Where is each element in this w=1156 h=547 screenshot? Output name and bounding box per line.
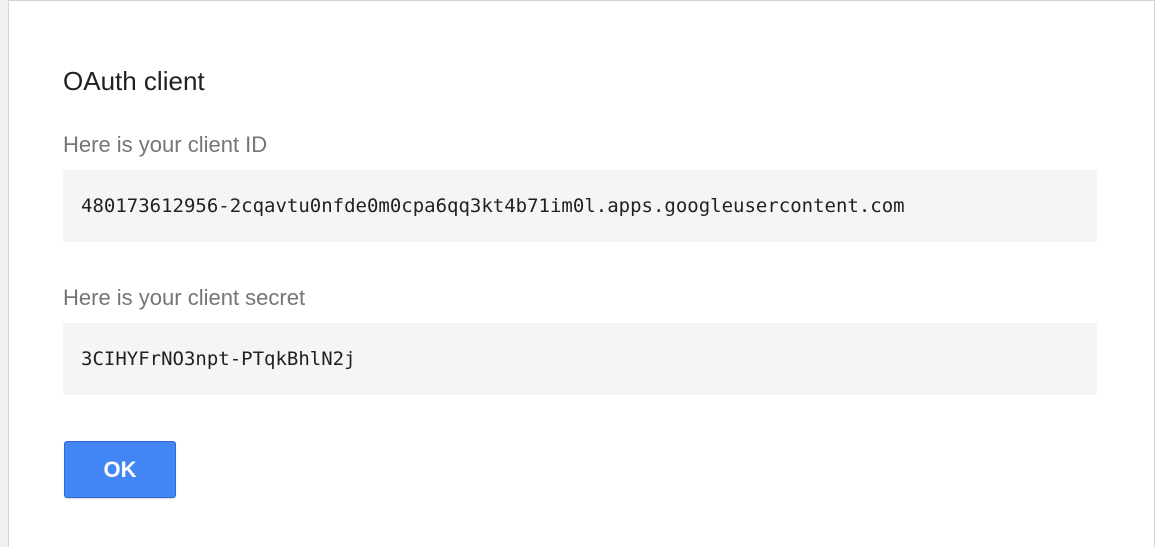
client-secret-label: Here is your client secret: [63, 285, 306, 310]
ok-button[interactable]: OK: [64, 441, 176, 498]
client-secret-value[interactable]: 3CIHYFrNO3npt-PTqkBhlN2j: [81, 348, 356, 370]
oauth-client-dialog: OAuth client Here is your client ID 4801…: [8, 0, 1155, 547]
dialog-title: OAuth client: [63, 66, 205, 96]
client-id-label: Here is your client ID: [63, 132, 268, 157]
background-page-edge: [0, 0, 8, 547]
client-id-field[interactable]: 480173612956-2cqavtu0nfde0m0cpa6qq3kt4b7…: [63, 170, 1097, 242]
client-secret-field[interactable]: 3CIHYFrNO3npt-PTqkBhlN2j: [63, 323, 1097, 395]
client-id-value[interactable]: 480173612956-2cqavtu0nfde0m0cpa6qq3kt4b7…: [81, 195, 905, 217]
